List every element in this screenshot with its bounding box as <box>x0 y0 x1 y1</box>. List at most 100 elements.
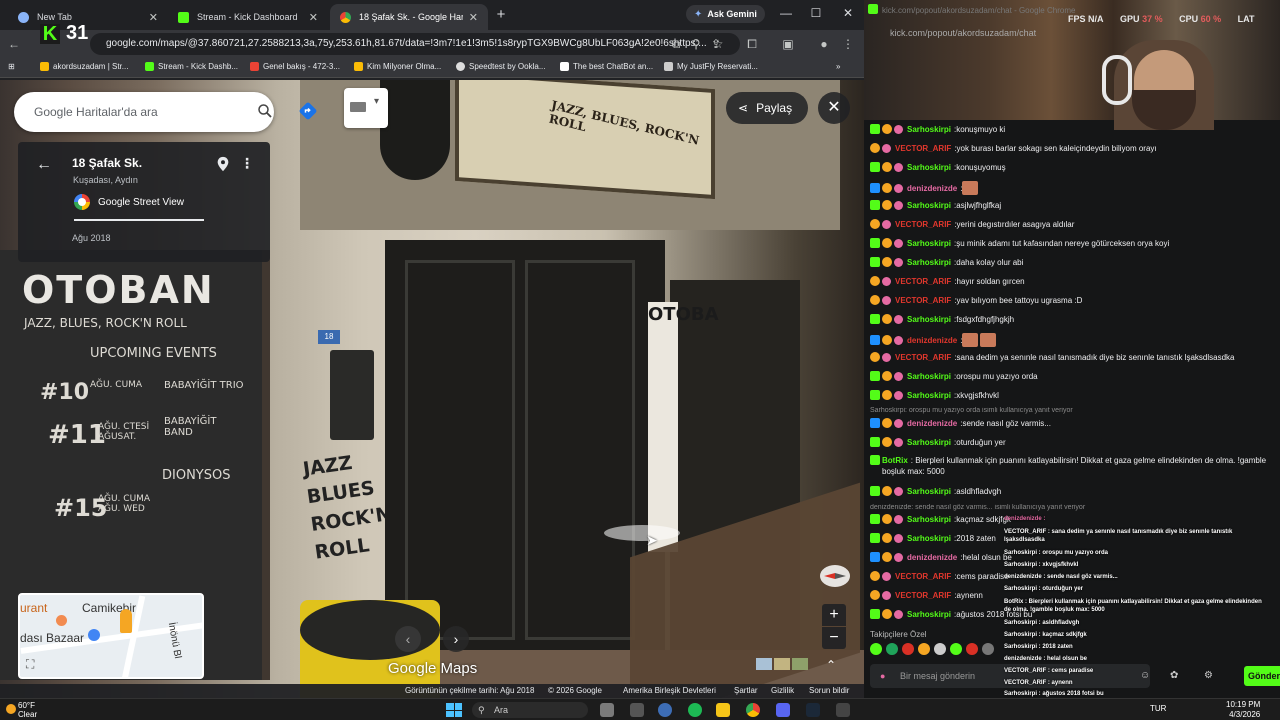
discord-icon[interactable] <box>776 703 790 717</box>
chat-username[interactable]: Sarhoskirpi <box>907 239 951 248</box>
profile-avatar[interactable]: ● <box>816 36 832 52</box>
directions-icon[interactable] <box>298 101 318 121</box>
emote-icon[interactable] <box>886 643 898 655</box>
emote-icon[interactable] <box>918 643 930 655</box>
task-view-icon[interactable] <box>600 703 614 717</box>
bookmark-speedtest[interactable]: Speedtest by Ookla... <box>456 62 546 71</box>
address-bar[interactable]: google.com/maps/@37.860721,27.2588213,3a… <box>90 33 740 55</box>
chat-username[interactable]: Sarhoskirpi <box>907 163 951 172</box>
chat-username[interactable]: denizdenizde <box>907 553 957 562</box>
minimize-icon[interactable]: — <box>778 6 794 20</box>
system-clock[interactable]: 10:19 PM 4/3/2026 <box>1226 700 1260 720</box>
back-icon[interactable]: ← <box>6 36 22 52</box>
thumbnail[interactable] <box>774 658 790 670</box>
close-icon[interactable]: ✕ <box>309 11 318 24</box>
chat-username[interactable]: denizdenizde <box>907 419 957 428</box>
emote-icon[interactable] <box>950 643 962 655</box>
chat-username[interactable]: denizdenizde <box>907 184 957 193</box>
more-options-icon[interactable]: ⋮ <box>240 155 254 172</box>
footer-privacy-link[interactable]: Gizlilik <box>771 686 794 695</box>
bookmark-chatbot[interactable]: The best ChatBot an... <box>560 62 653 71</box>
capture-month[interactable]: Ağu 2018 <box>72 233 111 243</box>
maximize-icon[interactable]: ☐ <box>808 6 824 20</box>
chrome-icon[interactable] <box>746 703 760 717</box>
thumbnail[interactable] <box>756 658 772 670</box>
photo-thumbnails[interactable] <box>756 658 808 670</box>
chat-username[interactable]: Sarhoskirpi <box>907 372 951 381</box>
app-icon[interactable] <box>630 703 644 717</box>
steam-icon[interactable] <box>806 703 820 717</box>
previous-image-button[interactable]: ‹ <box>395 626 421 652</box>
emote-icon[interactable] <box>934 643 946 655</box>
chat-username[interactable]: Sarhoskirpi <box>907 438 951 447</box>
close-street-view-button[interactable]: ✕ <box>818 92 850 124</box>
bookmark-justfly[interactable]: My JustFly Reservati... <box>664 62 758 71</box>
next-image-button[interactable]: › <box>443 626 469 652</box>
more-bookmarks-icon[interactable]: » <box>836 62 840 71</box>
zoom-out-button[interactable]: − <box>822 627 846 649</box>
app-icon[interactable] <box>836 703 850 717</box>
pegman-icon[interactable] <box>120 609 132 633</box>
close-icon[interactable]: ✕ <box>149 11 158 24</box>
spotify-icon[interactable] <box>688 703 702 717</box>
windows-start-icon[interactable] <box>446 703 462 717</box>
input-language[interactable]: TUR <box>1150 704 1166 713</box>
chat-username[interactable]: Sarhoskirpi <box>907 315 951 324</box>
expand-thumbnails-icon[interactable]: ⌃ <box>826 658 836 672</box>
chat-username[interactable]: BotRix <box>882 456 908 465</box>
close-window-icon[interactable]: ✕ <box>840 6 856 20</box>
chat-username[interactable]: VECTOR_ARIF <box>895 591 951 600</box>
chat-username[interactable]: Sarhoskirpi <box>907 258 951 267</box>
zoom-in-button[interactable]: + <box>822 604 846 626</box>
chat-username[interactable]: VECTOR_ARIF <box>895 296 951 305</box>
chat-username[interactable]: Sarhoskirpi <box>907 534 951 543</box>
chat-username[interactable]: VECTOR_ARIF <box>895 277 951 286</box>
extensions-icon[interactable]: ⧠ <box>744 36 760 52</box>
thumbnail[interactable] <box>792 658 808 670</box>
zoom-icon[interactable]: ⚲ <box>688 36 704 52</box>
back-arrow-icon[interactable]: ← <box>36 156 52 174</box>
chat-username[interactable]: Sarhoskirpi <box>907 515 951 524</box>
expand-map-icon[interactable]: ⛶ <box>26 657 34 672</box>
maps-search-input[interactable] <box>34 102 234 122</box>
taskbar-search[interactable]: ⚲ Ara <box>472 702 588 718</box>
apps-grid-icon[interactable]: ⊞ <box>8 62 15 71</box>
bookmark-star-icon[interactable]: ☆ <box>710 36 726 52</box>
maps-search-box[interactable] <box>14 92 274 132</box>
close-icon[interactable]: ✕ <box>469 11 478 24</box>
obs-icon[interactable] <box>658 703 672 717</box>
chat-username[interactable]: Sarhoskirpi <box>907 125 951 134</box>
search-icon[interactable] <box>256 102 274 120</box>
tab-kick-dashboard[interactable]: Stream - Kick Dashboard ✕ <box>168 4 328 30</box>
chat-username[interactable]: VECTOR_ARIF <box>895 220 951 229</box>
file-explorer-icon[interactable] <box>716 703 730 717</box>
weather-widget[interactable]: 60°F Clear <box>6 701 37 719</box>
compass-icon[interactable] <box>818 562 852 590</box>
location-pin-icon[interactable] <box>216 156 230 172</box>
emote-icon[interactable] <box>966 643 978 655</box>
share-button[interactable]: ⋖ Paylaş <box>726 92 808 124</box>
bookmark-akordsuzadam[interactable]: akordsuzadam | Str... <box>40 62 128 71</box>
chat-username[interactable]: Sarhoskirpi <box>907 201 951 210</box>
bookmark-kim-milyoner[interactable]: Kim Milyoner Olma... <box>354 62 441 71</box>
chat-username[interactable]: Sarhoskirpi <box>907 391 951 400</box>
emote-picker-icon[interactable]: ● <box>880 664 885 688</box>
cast-icon[interactable]: ⧉ <box>668 36 684 52</box>
emote-icon[interactable] <box>982 643 994 655</box>
tab-google-maps[interactable]: 18 Şafak Sk. - Google Haritalar ✕ <box>330 4 488 30</box>
bookmark-kick-dashboard[interactable]: Stream - Kick Dashb... <box>145 62 238 71</box>
menu-icon[interactable]: ⋮ <box>840 36 856 52</box>
chat-username[interactable]: VECTOR_ARIF <box>895 144 951 153</box>
emote-icon[interactable] <box>902 643 914 655</box>
footer-report-link[interactable]: Sorun bildir <box>809 686 849 695</box>
chat-username[interactable]: VECTOR_ARIF <box>895 353 951 362</box>
footer-country[interactable]: Amerika Birleşik Devletleri <box>623 686 716 695</box>
mini-map[interactable]: urant Camikebir dası Bazaar İnönü Bl ⛶ <box>18 593 204 679</box>
bookmark-genel-bakis[interactable]: Genel bakış - 472-3... <box>250 62 340 71</box>
chat-username[interactable]: VECTOR_ARIF <box>895 572 951 581</box>
split-view-icon[interactable]: ▣ <box>780 36 796 52</box>
footer-terms-link[interactable]: Şartlar <box>734 686 758 695</box>
new-tab-button[interactable]: + <box>492 6 510 24</box>
emote-icon[interactable] <box>870 643 882 655</box>
layers-button[interactable]: ▾ <box>344 88 388 128</box>
